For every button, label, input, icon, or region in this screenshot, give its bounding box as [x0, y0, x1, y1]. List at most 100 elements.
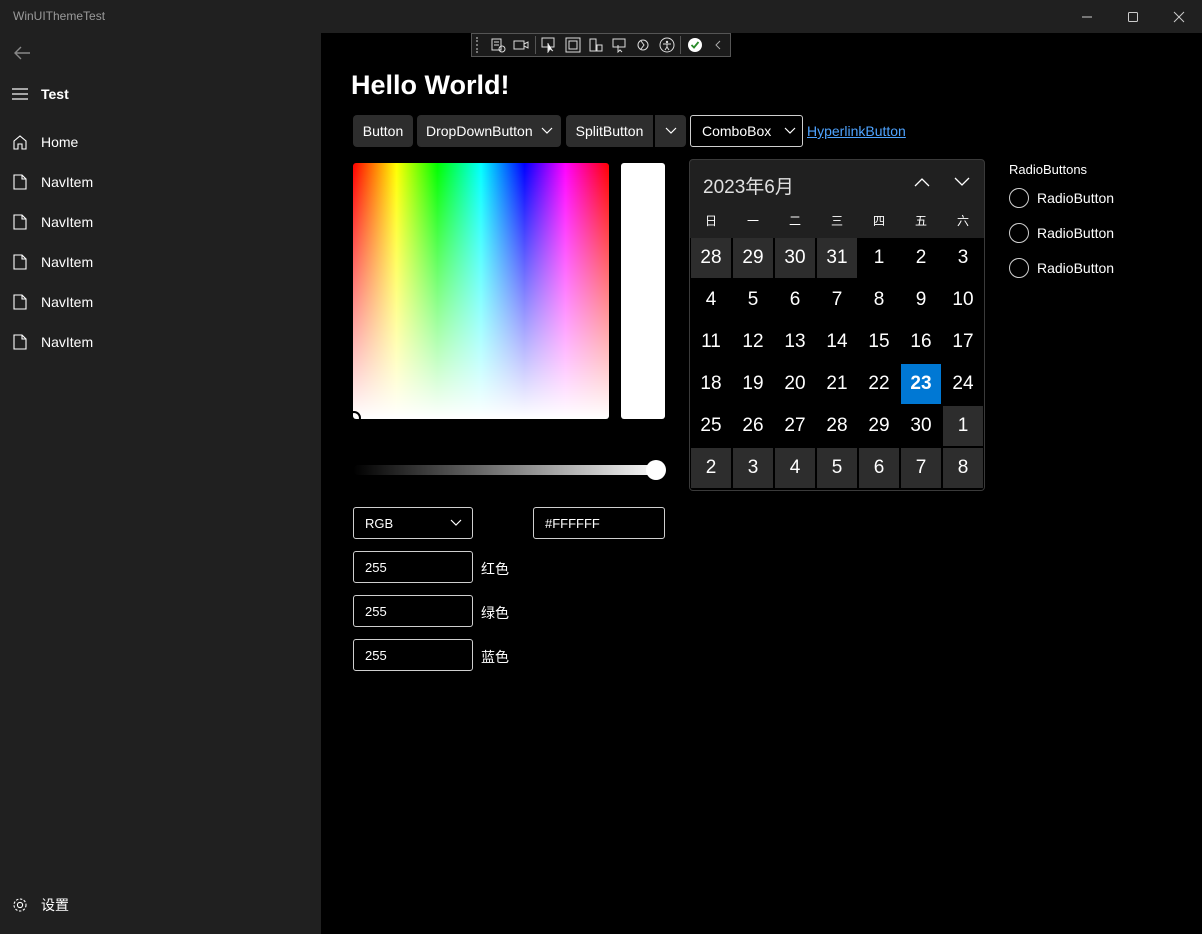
radio-button-label: RadioButton [1037, 225, 1115, 241]
calendar-previous-button[interactable] [908, 168, 936, 196]
calendar-day[interactable]: 20 [775, 364, 815, 404]
blue-channel-input[interactable]: 255 [353, 639, 473, 671]
radio-button[interactable]: RadioButton [1009, 221, 1159, 245]
calendar-day[interactable]: 26 [733, 406, 773, 446]
live-visual-tree-icon[interactable] [486, 34, 509, 56]
calendar-day[interactable]: 12 [733, 322, 773, 362]
dropdown-button[interactable]: DropDownButton [417, 115, 561, 147]
calendar-day[interactable]: 6 [775, 280, 815, 320]
collapse-chevron-icon[interactable] [707, 34, 730, 56]
calendar-day[interactable]: 3 [943, 238, 983, 278]
track-focus-icon[interactable] [585, 34, 608, 56]
radio-button-label: RadioButton [1037, 190, 1115, 206]
xaml-debug-toolbar [471, 33, 731, 57]
calendar-weekday-label: 一 [746, 214, 759, 228]
calendar-day[interactable]: 21 [817, 364, 857, 404]
calendar-day-outside-month[interactable]: 29 [733, 238, 773, 278]
calendar-day-outside-month[interactable]: 4 [775, 448, 815, 488]
hex-input[interactable]: #FFFFFF [533, 507, 665, 539]
nav-item[interactable]: NavItem [6, 324, 306, 360]
calendar-day-outside-month[interactable]: 7 [901, 448, 941, 488]
calendar-day-today[interactable]: 23 [901, 364, 941, 404]
calendar-day[interactable]: 30 [901, 406, 941, 446]
calendar-day-outside-month[interactable]: 28 [691, 238, 731, 278]
select-element-icon[interactable] [538, 34, 561, 56]
calendar-day[interactable]: 25 [691, 406, 731, 446]
calendar-day[interactable]: 14 [817, 322, 857, 362]
calendar-day[interactable]: 18 [691, 364, 731, 404]
nav-item[interactable]: NavItem [6, 204, 306, 240]
calendar-day[interactable]: 2 [901, 238, 941, 278]
calendar-day[interactable]: 19 [733, 364, 773, 404]
hot-reload-icon[interactable] [631, 34, 654, 56]
radio-button[interactable]: RadioButton [1009, 186, 1159, 210]
calendar-day[interactable]: 9 [901, 280, 941, 320]
calendar-next-button[interactable] [948, 168, 976, 196]
calendar-day-outside-month[interactable]: 2 [691, 448, 731, 488]
color-spectrum-cursor[interactable] [347, 411, 361, 425]
calendar-day-outside-month[interactable]: 31 [817, 238, 857, 278]
accessibility-icon[interactable] [655, 34, 678, 56]
nav-item[interactable]: NavItem [6, 244, 306, 280]
calendar-day-outside-month[interactable]: 1 [943, 406, 983, 446]
minimize-button[interactable] [1064, 0, 1110, 33]
display-layout-adorners-icon[interactable] [561, 34, 584, 56]
calendar-day[interactable]: 13 [775, 322, 815, 362]
calendar-day[interactable]: 7 [817, 280, 857, 320]
calendar-day-outside-month[interactable]: 6 [859, 448, 899, 488]
button[interactable]: Button [353, 115, 413, 147]
hamburger-icon [6, 87, 34, 101]
calendar-day[interactable]: 4 [691, 280, 731, 320]
calendar-day[interactable]: 28 [817, 406, 857, 446]
hyperlink-button[interactable]: HyperlinkButton [807, 123, 906, 139]
dropdown-button-label: DropDownButton [426, 123, 533, 139]
red-channel-input[interactable]: 255 [353, 551, 473, 583]
split-button-primary[interactable]: SplitButton [566, 115, 653, 147]
document-icon [6, 294, 34, 310]
preview-selection-icon[interactable] [608, 34, 631, 56]
chevron-down-icon [784, 127, 796, 134]
calendar-day[interactable]: 17 [943, 322, 983, 362]
calendar-day[interactable]: 8 [859, 280, 899, 320]
close-button[interactable] [1156, 0, 1202, 33]
check-status-icon[interactable] [683, 34, 706, 56]
combo-box[interactable]: ComboBox [690, 115, 803, 147]
color-mode-select[interactable]: RGB [353, 507, 473, 539]
toolbar-grip[interactable] [476, 37, 482, 53]
radio-button[interactable]: RadioButton [1009, 256, 1159, 280]
nav-item[interactable]: NavItem [6, 164, 306, 200]
color-value-slider[interactable] [353, 465, 665, 475]
nav-item-home[interactable]: Home [6, 124, 306, 160]
back-button[interactable] [6, 37, 38, 69]
calendar-day[interactable]: 5 [733, 280, 773, 320]
video-camera-icon[interactable] [509, 34, 532, 56]
color-spectrum[interactable] [353, 163, 609, 419]
maximize-button[interactable] [1110, 0, 1156, 33]
nav-item[interactable]: NavItem [6, 284, 306, 320]
radio-circle-icon [1009, 188, 1029, 208]
pane-toggle-button[interactable]: Test [6, 78, 306, 110]
calendar-day[interactable]: 16 [901, 322, 941, 362]
chevron-down-icon [665, 127, 676, 134]
calendar-day[interactable]: 24 [943, 364, 983, 404]
chevron-down-icon [541, 127, 553, 134]
calendar-day[interactable]: 11 [691, 322, 731, 362]
calendar-day[interactable]: 1 [859, 238, 899, 278]
nav-item-settings[interactable]: 设置 [6, 889, 306, 921]
calendar-day[interactable]: 29 [859, 406, 899, 446]
split-button-dropdown[interactable] [655, 115, 686, 147]
calendar-day[interactable]: 10 [943, 280, 983, 320]
calendar-day[interactable]: 27 [775, 406, 815, 446]
color-value-slider-thumb[interactable] [646, 460, 666, 480]
navigation-pane: Test Home NavItem NavItem NavItem NavIte… [0, 33, 321, 934]
red-channel-value: 255 [365, 559, 387, 575]
calendar-day[interactable]: 15 [859, 322, 899, 362]
green-channel-input[interactable]: 255 [353, 595, 473, 627]
calendar-day-outside-month[interactable]: 8 [943, 448, 983, 488]
calendar-day-outside-month[interactable]: 5 [817, 448, 857, 488]
calendar-day-outside-month[interactable]: 3 [733, 448, 773, 488]
calendar-month-header[interactable]: 2023年6月 [703, 172, 794, 199]
calendar-day[interactable]: 22 [859, 364, 899, 404]
document-icon [6, 254, 34, 270]
calendar-day-outside-month[interactable]: 30 [775, 238, 815, 278]
